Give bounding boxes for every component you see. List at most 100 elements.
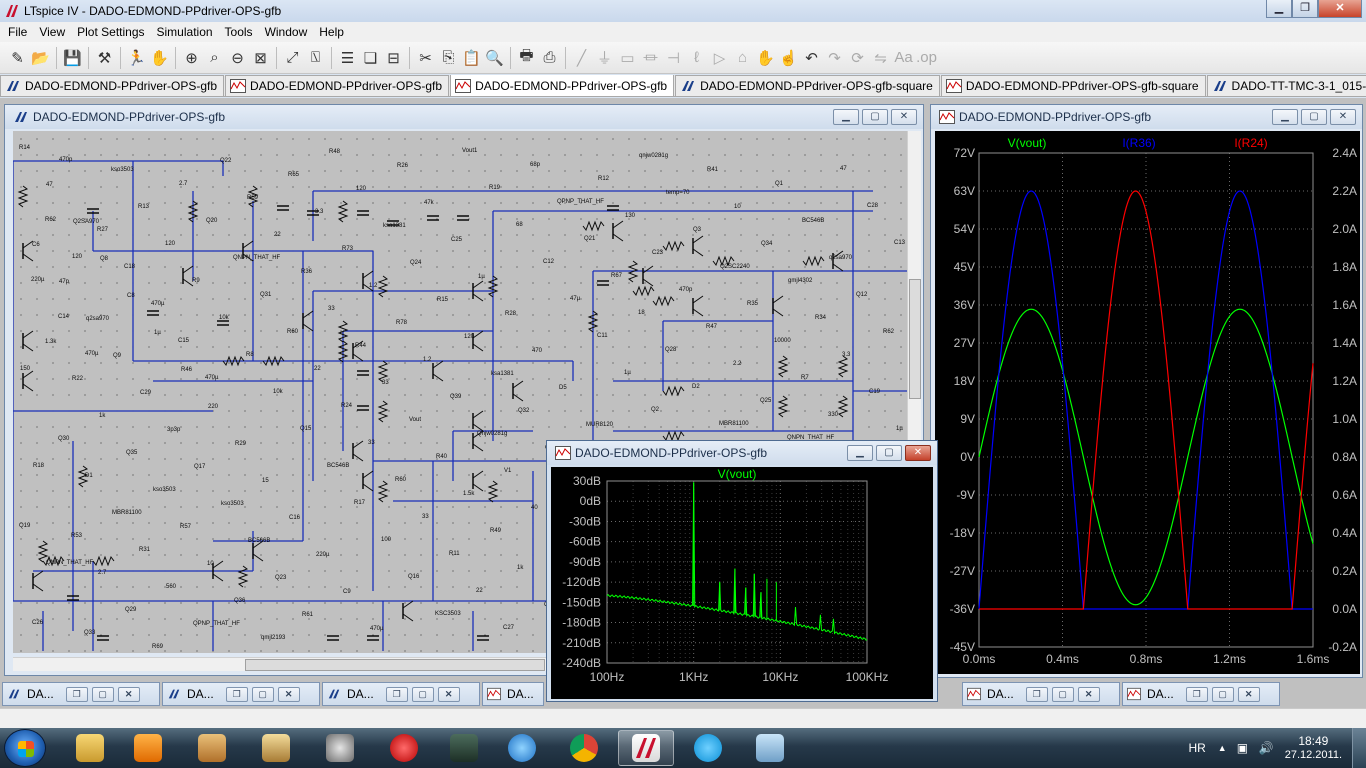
show-desktop-button[interactable] (1352, 728, 1366, 768)
restore-button[interactable]: ❐ (225, 686, 248, 702)
label-icon[interactable]: ▭ (616, 46, 639, 69)
folder-tool-taskbar-icon[interactable] (248, 730, 304, 766)
notes-taskbar-icon[interactable] (742, 730, 798, 766)
close-button[interactable]: ✕ (891, 109, 917, 125)
halt-icon[interactable]: ✋ (148, 46, 171, 69)
menu-view[interactable]: View (33, 25, 71, 39)
copy-icon[interactable]: ⎘ (437, 46, 460, 69)
chrome-taskbar-icon[interactable] (556, 730, 612, 766)
menu-file[interactable]: File (2, 25, 33, 39)
autorange-icon[interactable]: ⤢ (281, 46, 304, 69)
show-hidden-icons-icon[interactable]: ▲ (1218, 743, 1227, 753)
close-button[interactable]: ✕ (277, 686, 300, 702)
drag-icon[interactable]: ☝ (777, 46, 800, 69)
close-button[interactable]: ✕ (1077, 686, 1100, 702)
new-schematic-icon[interactable]: ✎ (6, 46, 29, 69)
menu-simulation[interactable]: Simulation (151, 25, 219, 39)
close-button[interactable]: ✕ (1237, 686, 1260, 702)
menu-tools[interactable]: Tools (219, 25, 259, 39)
move-icon[interactable]: ✋ (754, 46, 777, 69)
start-button[interactable] (4, 729, 46, 767)
valve-app-taskbar-icon[interactable] (312, 730, 368, 766)
restore-button[interactable]: ❐ (65, 686, 88, 702)
scroll-thumb[interactable] (909, 279, 921, 399)
zoom-in-icon[interactable]: ⊕ (180, 46, 203, 69)
zoom-out-icon[interactable]: ⊖ (226, 46, 249, 69)
minimize-button[interactable]: ▁ (1272, 109, 1298, 125)
paste-icon[interactable]: 📋 (460, 46, 483, 69)
menu-help[interactable]: Help (313, 25, 350, 39)
pan-icon[interactable]: ⌕ (203, 46, 226, 69)
fft-window[interactable]: DADO-EDMOND-PPdriver-OPS-gfb ▁ ▢ ✕ 30dB 0… (546, 440, 938, 702)
text-icon[interactable]: Aa (892, 46, 915, 69)
inductor-icon[interactable]: ℓ (685, 46, 708, 69)
tab-plot[interactable]: DADO-EDMOND-PPdriver-OPS-gfb (225, 75, 450, 96)
save-icon[interactable]: 💾 (61, 46, 84, 69)
clock[interactable]: 18:49 27.12.2011. (1285, 734, 1342, 762)
restore-button[interactable]: ❐ (1292, 0, 1318, 18)
restore-button[interactable]: ❐ (1025, 686, 1048, 702)
wire-icon[interactable]: ╱ (570, 46, 593, 69)
waveform-chart[interactable]: 72V 2.4A 63V 2.2A 54V 2.0A 45V 1.8A 36V 1.6A 27V 1.… (935, 131, 1360, 674)
network-icon[interactable]: ▣ (1237, 741, 1251, 755)
minimized-window[interactable]: DA... ❐ ▢ ✕ (962, 682, 1120, 706)
tab-schematic[interactable]: DADO-EDMOND-PPdriver-OPS-gfb (0, 75, 225, 96)
print-icon[interactable]: ⎙ (538, 46, 561, 69)
zoom-fit-icon[interactable]: ⊠ (249, 46, 272, 69)
tab-plot-square[interactable]: DADO-EDMOND-PPdriver-OPS-gfb-square (940, 75, 1206, 96)
tab-schematic-triple[interactable]: DADO-TT-TMC-3-1_015-triple-final-buffere… (1206, 75, 1366, 96)
maximize-button[interactable]: ▢ (1051, 686, 1074, 702)
print-preview-icon[interactable]: 🖶 (515, 46, 538, 69)
minimized-window[interactable]: DA... ❐ ▢ ✕ (1122, 682, 1280, 706)
cut-icon[interactable]: ✂ (414, 46, 437, 69)
fft-chart[interactable]: 30dB 0dB -30dB -60dB -90dB -120dB -150dB -180dB… (551, 467, 933, 699)
maximize-button[interactable]: ▢ (91, 686, 114, 702)
installer-taskbar-icon[interactable] (184, 730, 240, 766)
minimized-window[interactable]: DA... ❐ ▢ ✕ (2, 682, 160, 706)
resistor-icon[interactable]: ⏛ (639, 46, 662, 69)
close-all-icon[interactable]: ⊟ (382, 46, 405, 69)
maximize-button[interactable]: ▢ (411, 686, 434, 702)
maximize-button[interactable]: ▢ (862, 109, 888, 125)
schematic-window-titlebar[interactable]: DADO-EDMOND-PPdriver-OPS-gfb ▁ ▢ ✕ (5, 105, 923, 129)
waveform-window-titlebar[interactable]: DADO-EDMOND-PPdriver-OPS-gfb ▁ ▢ ✕ (931, 105, 1362, 129)
tab-plot-active[interactable]: DADO-EDMOND-PPdriver-OPS-gfb (450, 75, 675, 96)
minimized-window[interactable]: DA... (482, 682, 544, 706)
tab-schematic-square[interactable]: DADO-EDMOND-PPdriver-OPS-gfb-square (675, 75, 940, 96)
rotate-icon[interactable]: ⟳ (846, 46, 869, 69)
waveform-icon[interactable]: ⍂ (304, 46, 327, 69)
waveform-window[interactable]: DADO-EDMOND-PPdriver-OPS-gfb ▁ ▢ ✕ 72V 2.… (930, 104, 1363, 678)
minimize-button[interactable]: ▁ (833, 109, 859, 125)
volume-icon[interactable]: 🔊 (1259, 741, 1274, 755)
menu-window[interactable]: Window (259, 25, 314, 39)
minimize-button[interactable]: ▁ (847, 445, 873, 461)
restore-button[interactable]: ❐ (385, 686, 408, 702)
fft-window-titlebar[interactable]: DADO-EDMOND-PPdriver-OPS-gfb ▁ ▢ ✕ (547, 441, 937, 465)
run-icon[interactable]: 🏃 (125, 46, 148, 69)
ltspice-taskbar-icon[interactable] (618, 730, 674, 766)
capacitor-icon[interactable]: ⊣ (662, 46, 685, 69)
close-button[interactable]: ✕ (1330, 109, 1356, 125)
diode-icon[interactable]: ▷ (708, 46, 731, 69)
close-button[interactable]: ✕ (905, 445, 931, 461)
spice-directive-icon[interactable]: .op (915, 46, 938, 69)
skype-taskbar-icon[interactable] (680, 730, 736, 766)
security-app-taskbar-icon[interactable] (376, 730, 432, 766)
undo-icon[interactable]: ↶ (800, 46, 823, 69)
waveform-plot[interactable]: 72V 2.4A 63V 2.2A 54V 2.0A 45V 1.8A 36V 1.6A 27V 1.… (935, 131, 1360, 674)
restore-button[interactable]: ❐ (1185, 686, 1208, 702)
media-player-taskbar-icon[interactable] (120, 730, 176, 766)
maximize-button[interactable]: ▢ (876, 445, 902, 461)
menu-plot-settings[interactable]: Plot Settings (71, 25, 150, 39)
maximize-button[interactable]: ▢ (1211, 686, 1234, 702)
open-icon[interactable]: 📂 (29, 46, 52, 69)
oscilloscope-app-taskbar-icon[interactable] (436, 730, 492, 766)
close-button[interactable]: ✕ (1318, 0, 1362, 18)
close-button[interactable]: ✕ (437, 686, 460, 702)
minimized-window[interactable]: DA... ❐ ▢ ✕ (162, 682, 320, 706)
cascade-icon[interactable]: ❏ (359, 46, 382, 69)
tile-horizontal-icon[interactable]: ☰ (336, 46, 359, 69)
ground-icon[interactable]: ⏚ (593, 46, 616, 69)
language-indicator[interactable]: HR (1188, 741, 1205, 755)
component-icon[interactable]: ⌂ (731, 46, 754, 69)
